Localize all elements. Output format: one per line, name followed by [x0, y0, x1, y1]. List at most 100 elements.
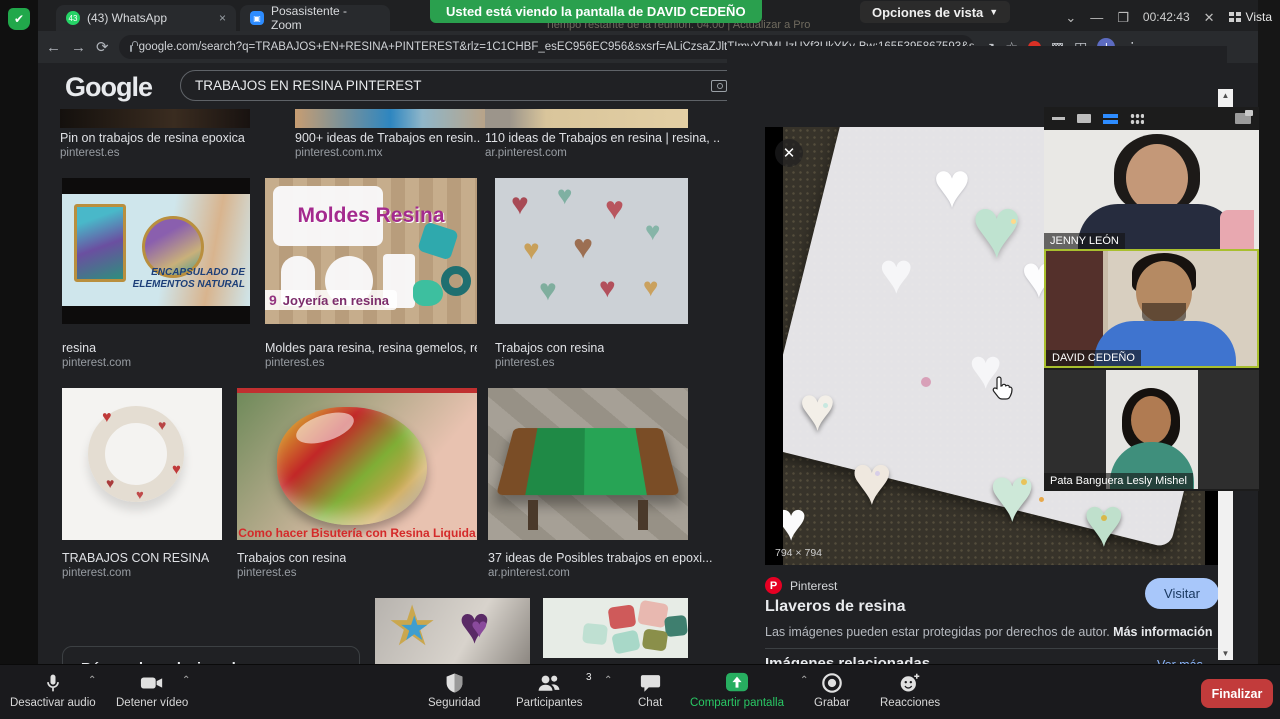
- window-edge-right: [1258, 0, 1280, 664]
- popout-layout-icon[interactable]: [1235, 113, 1251, 124]
- video-tile-david[interactable]: DAVID CEDEÑO: [1044, 249, 1259, 368]
- result-domain: pinterest.com: [62, 567, 131, 579]
- scroll-up-icon[interactable]: ▲: [1218, 91, 1233, 100]
- minimize-videos-icon[interactable]: [1052, 117, 1065, 120]
- result-domain: pinterest.es: [237, 567, 296, 579]
- mold-cavity: [879, 245, 913, 303]
- result-title[interactable]: 110 ideas de Trabajos en resina | resina…: [485, 131, 720, 145]
- thumb-title-text: Moldes Resina: [265, 204, 477, 228]
- resin-heart-opal: [851, 445, 893, 515]
- video-tile-pata[interactable]: Pata Banguera Lesly Mishel: [1044, 370, 1259, 489]
- gallery-view-icon[interactable]: [1130, 113, 1144, 125]
- tab-whatsapp[interactable]: 43 (43) WhatsApp ×: [56, 5, 236, 31]
- result-title[interactable]: Pin on trabajos de resina epoxica: [60, 131, 285, 145]
- preview-source-row[interactable]: P Pinterest: [765, 577, 837, 594]
- image-search-camera-icon[interactable]: [711, 80, 727, 92]
- mute-audio-button[interactable]: Desactivar audio: [10, 672, 96, 709]
- resin-heart-opal: [799, 379, 836, 441]
- result-title[interactable]: Moldes para resina, resina gemelos, resi…: [265, 341, 477, 355]
- record-button[interactable]: Grabar: [814, 672, 850, 709]
- google-logo[interactable]: Google: [65, 72, 152, 103]
- tab-zoom[interactable]: ▣ Posasistente - Zoom: [240, 5, 390, 31]
- tab-label: Posasistente - Zoom: [271, 4, 380, 32]
- share-screen-button[interactable]: Compartir pantalla: [690, 672, 784, 709]
- thumb-badge: 9: [269, 292, 277, 308]
- divider: [765, 648, 1220, 649]
- result-domain: ar.pinterest.com: [485, 147, 567, 159]
- image-results-grid: Pin on trabajos de resina epoxica pinter…: [38, 109, 728, 664]
- minimize-icon[interactable]: —: [1090, 11, 1103, 24]
- result-thumbnail-moldes[interactable]: Moldes Resina 9 Joyería en resina: [265, 178, 477, 324]
- tab-label: (43) WhatsApp: [87, 11, 206, 25]
- result-domain: pinterest.es: [60, 147, 119, 159]
- result-thumbnail-encapsulado[interactable]: ENCAPSULADO DE ELEMENTOS NATURAL: [62, 178, 250, 324]
- result-thumbnail[interactable]: [485, 109, 688, 128]
- end-meeting-button[interactable]: Finalizar: [1201, 679, 1273, 708]
- star-shape: ★: [399, 612, 429, 646]
- google-search-box[interactable]: TRABAJOS EN RESINA PINTEREST: [180, 70, 785, 101]
- result-thumbnail[interactable]: [295, 109, 507, 128]
- forward-icon[interactable]: →: [71, 39, 86, 56]
- chevron-down-icon: ▼: [989, 7, 998, 17]
- image-dimensions-label: 794 × 794: [775, 547, 822, 559]
- stop-video-button[interactable]: Detener vídeo: [116, 672, 188, 709]
- result-thumbnail-bangle[interactable]: [62, 388, 222, 540]
- antivirus-shield-icon[interactable]: ✔: [8, 8, 30, 30]
- result-thumbnail-keychains[interactable]: [543, 598, 688, 658]
- preview-title-link[interactable]: Llaveros de resina: [765, 598, 906, 616]
- share-screen-icon: [725, 672, 749, 694]
- result-domain: pinterest.es: [265, 357, 324, 369]
- result-thumbnail[interactable]: [60, 109, 250, 128]
- meeting-timer: 00:42:43: [1143, 10, 1190, 24]
- smiley-plus-icon: [899, 672, 921, 694]
- tab-close-icon[interactable]: ×: [219, 11, 226, 25]
- participants-icon: [536, 672, 562, 694]
- result-thumbnail-hearts[interactable]: [495, 178, 688, 324]
- result-thumbnail-table[interactable]: [488, 388, 688, 540]
- participants-caret[interactable]: ⌃: [604, 675, 612, 686]
- result-title[interactable]: TRABAJOS CON RESINA: [62, 551, 209, 565]
- view-options-button[interactable]: Opciones de vista ▼: [860, 1, 1010, 23]
- mute-options-caret[interactable]: ⌃: [88, 675, 96, 686]
- back-icon[interactable]: ←: [46, 39, 61, 56]
- lock-icon: [130, 45, 132, 52]
- result-title[interactable]: 37 ideas de Posibles trabajos en epoxi..…: [488, 551, 723, 565]
- record-icon: [821, 672, 843, 694]
- scroll-down-icon[interactable]: ▼: [1218, 649, 1233, 658]
- reload-icon[interactable]: ⟳: [96, 38, 109, 56]
- result-title[interactable]: 900+ ideas de Trabajos en resin...: [295, 131, 480, 145]
- participant-name-label: JENNY LEÓN: [1044, 233, 1125, 249]
- mouse-hand-cursor: [991, 375, 1013, 401]
- participant-name-label: DAVID CEDEÑO: [1046, 350, 1141, 366]
- close-window-icon[interactable]: ✕: [1204, 11, 1215, 24]
- video-options-caret[interactable]: ⌃: [182, 675, 190, 686]
- speaker-view-icon[interactable]: [1077, 114, 1091, 123]
- chat-button[interactable]: Chat: [638, 672, 662, 709]
- video-tile-jenny[interactable]: JENNY LEÓN: [1044, 130, 1259, 249]
- more-info-link[interactable]: Más información: [1113, 625, 1212, 639]
- result-title[interactable]: resina: [62, 341, 96, 355]
- chevron-down-icon[interactable]: ⌄: [1065, 11, 1076, 24]
- vista-view-button[interactable]: Vista: [1229, 10, 1272, 24]
- screen-share-banner: Usted está viendo la pantalla de DAVID C…: [430, 0, 762, 23]
- result-thumbnail-star-heart[interactable]: ★ ★: [375, 598, 530, 664]
- participants-count-badge: 3: [586, 672, 592, 683]
- result-thumbnail-cabochon[interactable]: Como hacer Bisutería con Resina Liquida: [237, 388, 477, 540]
- share-options-caret[interactable]: ⌃: [800, 675, 808, 686]
- resin-heart-mint-glitter: [1083, 487, 1125, 557]
- result-title[interactable]: Trabajos con resina: [237, 551, 346, 565]
- mold-cavity: [933, 153, 971, 217]
- restore-window-icon[interactable]: ❐: [1117, 11, 1129, 24]
- security-button[interactable]: Seguridad: [428, 672, 480, 709]
- participants-button[interactable]: Participantes 3: [516, 672, 582, 709]
- result-domain: pinterest.es: [495, 357, 554, 369]
- result-title[interactable]: Trabajos con resina: [495, 341, 604, 355]
- reactions-button[interactable]: Reacciones: [880, 672, 940, 709]
- source-name: Pinterest: [790, 579, 837, 593]
- visit-button[interactable]: Visitar: [1145, 578, 1219, 609]
- strip-view-icon[interactable]: [1103, 114, 1118, 124]
- resin-heart-mint-glitter: [989, 455, 1035, 533]
- resin-heart-mint: [971, 185, 1022, 271]
- zoom-window-controls: ⌄ — ❐ 00:42:43 ✕ Vista: [1030, 0, 1280, 34]
- close-icon[interactable]: ✕: [775, 139, 803, 167]
